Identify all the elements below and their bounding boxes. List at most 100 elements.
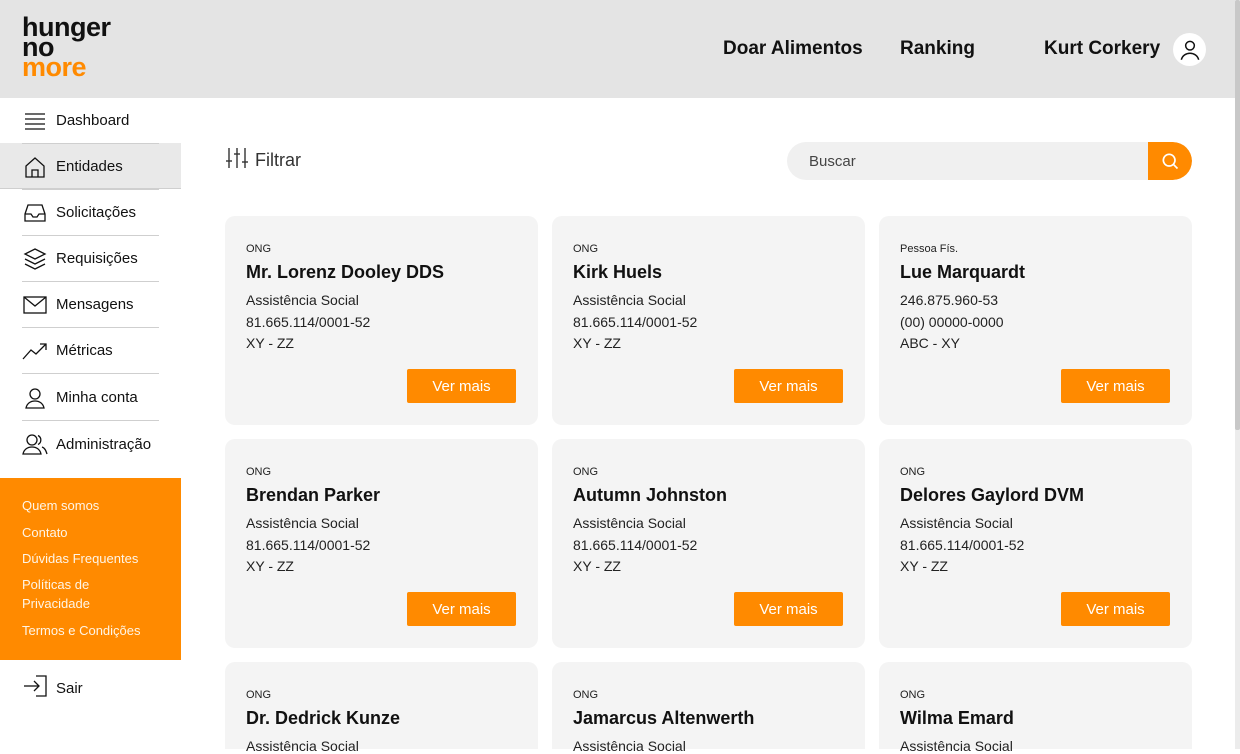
entity-type: Pessoa Fís. [900,243,959,255]
sidebar-item-label: Administração [56,435,152,453]
inbox-icon [22,200,48,226]
menu-icon [22,108,48,134]
search-icon [1162,153,1179,170]
entity-name: Dr. Dedrick Kunze [246,708,401,728]
sidebar-item-label: Solicitações [56,204,137,221]
entity-name: Kirk Huels [573,262,663,282]
entity-type: ONG [573,466,599,478]
sidebar-footer: Quem somos Contato Dúvidas Frequentes Po… [0,478,181,660]
entity-type: ONG [246,466,272,478]
ver-mais-button[interactable]: Ver mais [734,592,843,626]
ver-mais-button[interactable]: Ver mais [1061,369,1170,403]
entity-location: XY - ZZ [573,335,621,351]
ver-mais-button[interactable]: Ver mais [407,369,516,403]
entity-name: Jamarcus Altenwerth [573,708,755,728]
sidebar-item-mensagens[interactable]: Mensagens [22,282,159,328]
entity-document: 246.875.960-53 [900,292,999,308]
sidebar-item-dashboard[interactable]: Dashboard [22,98,159,144]
footer-link-politicas[interactable]: Políticas de Privacidade [22,575,142,613]
footer-link-quem-somos[interactable]: Quem somos [22,496,99,515]
main-content: Filtrar ONG Mr. Lorenz Dooley DDS Assist… [181,98,1235,754]
entity-card: ONG Delores Gaylord DVM Assistência Soci… [879,439,1192,648]
entity-name: Wilma Emard [900,708,1014,728]
entity-card: ONG Dr. Dedrick Kunze Assistência Social [225,662,538,754]
user-name[interactable]: Kurt Corkery [1044,38,1160,60]
entity-location: XY - ZZ [900,558,948,574]
ver-mais-button[interactable]: Ver mais [734,369,843,403]
entity-card: ONG Brendan Parker Assistência Social 81… [225,439,538,648]
entity-category: Assistência Social [900,515,1013,531]
ver-mais-button[interactable]: Ver mais [407,592,516,626]
sliders-icon [225,146,249,175]
logo-line-3: more [22,52,87,82]
footer-link-termos[interactable]: Termos e Condições [22,621,141,640]
entity-location: XY - ZZ [246,335,294,351]
entity-card: ONG Jamarcus Altenwerth Assistência Soci… [552,662,865,754]
search-input[interactable] [787,142,1148,180]
entity-document: 81.665.114/0001-52 [246,537,371,553]
sidebar-item-label: Métricas [56,342,113,359]
mail-icon [22,292,48,318]
filter-label: Filtrar [255,150,301,170]
top-header: hunger no more Doar Alimentos Ranking Ku… [0,0,1235,98]
entity-card: ONG Mr. Lorenz Dooley DDS Assistência So… [225,216,538,425]
logout-button[interactable]: Sair [22,674,83,703]
ver-mais-button[interactable]: Ver mais [1061,592,1170,626]
entity-category: Assistência Social [573,515,686,531]
home-icon [22,154,48,180]
entity-card: ONG Kirk Huels Assistência Social 81.665… [552,216,865,425]
entity-location: XY - ZZ [573,558,621,574]
sidebar-item-minha-conta[interactable]: Minha conta [22,375,159,421]
filter-button[interactable]: Filtrar [225,146,301,175]
users-icon [22,431,48,457]
sidebar-item-solicitacoes[interactable]: Solicitações [22,190,159,236]
sidebar-item-requisicoes[interactable]: Requisições [22,236,159,282]
entity-phone: (00) 00000-0000 [900,314,1004,330]
search-button[interactable] [1148,142,1192,180]
entity-category: Assistência Social [900,738,1013,754]
entity-card: ONG Autumn Johnston Assistência Social 8… [552,439,865,648]
user-icon [22,385,48,411]
nav-ranking[interactable]: Ranking [900,38,975,60]
footer-link-duvidas[interactable]: Dúvidas Frequentes [22,549,138,568]
entity-document: 81.665.114/0001-52 [573,314,698,330]
entity-name: Lue Marquardt [900,262,1026,282]
nav-doar-alimentos[interactable]: Doar Alimentos [723,38,863,60]
avatar[interactable] [1173,33,1206,66]
entity-name: Mr. Lorenz Dooley DDS [246,262,445,282]
entity-type: ONG [573,243,599,255]
entity-card: ONG Wilma Emard Assistência Social [879,662,1192,754]
entity-document: 81.665.114/0001-52 [246,314,371,330]
logout-label: Sair [56,680,83,697]
entity-category: Assistência Social [246,292,359,308]
entity-location: ABC - XY [900,335,960,351]
entity-type: ONG [900,466,926,478]
sidebar-item-metricas[interactable]: Métricas [22,328,159,374]
entity-document: 81.665.114/0001-52 [900,537,1025,553]
sidebar-item-label: Entidades [56,158,123,175]
sidebar-item-label: Mensagens [56,296,134,313]
sidebar: Dashboard Entidades Solicitações Requisi… [0,98,181,749]
page-scrollbar-thumb[interactable] [1235,0,1240,430]
entity-name: Autumn Johnston [573,485,727,505]
entity-category: Assistência Social [573,738,686,754]
entity-category: Assistência Social [246,515,359,531]
entity-name: Delores Gaylord DVM [900,485,1085,505]
sidebar-item-entidades[interactable]: Entidades [22,144,159,190]
sidebar-item-label: Requisições [56,250,138,267]
sidebar-item-administracao[interactable]: Administração [22,421,159,467]
entity-type: ONG [246,243,272,255]
user-avatar-icon [1180,40,1199,60]
sidebar-item-label: Dashboard [56,112,130,129]
search-bar [787,142,1192,180]
entity-type: ONG [573,689,599,701]
layers-icon [22,246,48,272]
entity-document: 81.665.114/0001-52 [573,537,698,553]
entity-category: Assistência Social [573,292,686,308]
entity-type: ONG [900,689,926,701]
logout-icon [22,674,48,703]
footer-link-contato[interactable]: Contato [22,523,68,542]
entity-category: Assistência Social [246,738,359,754]
hunger-no-more-logo[interactable]: hunger no more [22,14,152,82]
entity-type: ONG [246,689,272,701]
